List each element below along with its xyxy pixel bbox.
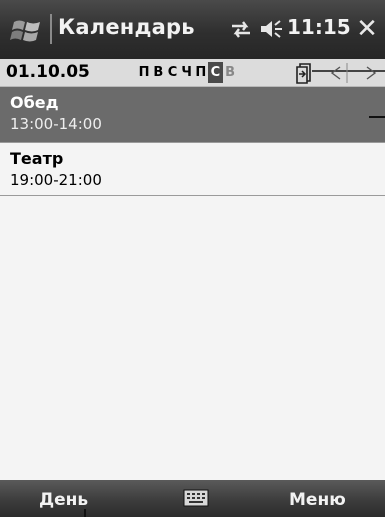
close-button[interactable]: ✕ bbox=[352, 13, 382, 45]
selection-marker bbox=[369, 116, 385, 118]
app-title: Календарь bbox=[58, 15, 195, 39]
windows-flag-icon[interactable] bbox=[10, 16, 44, 44]
weekday-thu[interactable]: Ч bbox=[180, 62, 194, 83]
soft-key-bar: День Меню bbox=[0, 480, 385, 517]
date-bar: 01.10.05 П В С Ч П С В bbox=[0, 59, 385, 87]
date-navigation bbox=[296, 63, 385, 84]
current-date[interactable]: 01.10.05 bbox=[6, 62, 90, 82]
clock[interactable]: 11:15 bbox=[287, 15, 351, 39]
weekday-wed[interactable]: С bbox=[165, 62, 179, 83]
keyboard-icon[interactable] bbox=[183, 488, 209, 508]
appointment-title: Театр bbox=[10, 149, 64, 168]
sync-arrows-icon[interactable] bbox=[228, 18, 254, 40]
appointment-item[interactable]: Обед 13:00-14:00 bbox=[0, 87, 385, 143]
weekday-mon[interactable]: П bbox=[137, 62, 151, 83]
menu-button[interactable]: Меню bbox=[289, 490, 346, 510]
weekday-sun[interactable]: В bbox=[223, 62, 237, 83]
go-to-today-icon[interactable] bbox=[296, 63, 311, 84]
appointment-title: Обед bbox=[10, 93, 59, 112]
next-arrow-icon[interactable] bbox=[366, 66, 377, 80]
appointment-list: Обед 13:00-14:00 Театр 19:00-21:00 bbox=[0, 87, 385, 196]
title-separator bbox=[50, 14, 52, 44]
day-view-button[interactable]: День bbox=[39, 490, 88, 510]
weekday-tue[interactable]: В bbox=[151, 62, 165, 83]
weekday-fri[interactable]: П bbox=[194, 62, 208, 83]
appointment-time: 19:00-21:00 bbox=[10, 171, 102, 189]
cursor-tick bbox=[84, 509, 86, 517]
appointment-item[interactable]: Театр 19:00-21:00 bbox=[0, 143, 385, 196]
prev-arrow-icon[interactable] bbox=[330, 66, 341, 80]
appointment-time: 13:00-14:00 bbox=[10, 115, 102, 133]
title-bar: Календарь 11:15 ✕ bbox=[0, 0, 385, 59]
week-strip: П В С Ч П С В bbox=[137, 62, 237, 83]
speaker-icon[interactable] bbox=[258, 17, 284, 41]
weekday-sat[interactable]: С bbox=[207, 62, 223, 83]
